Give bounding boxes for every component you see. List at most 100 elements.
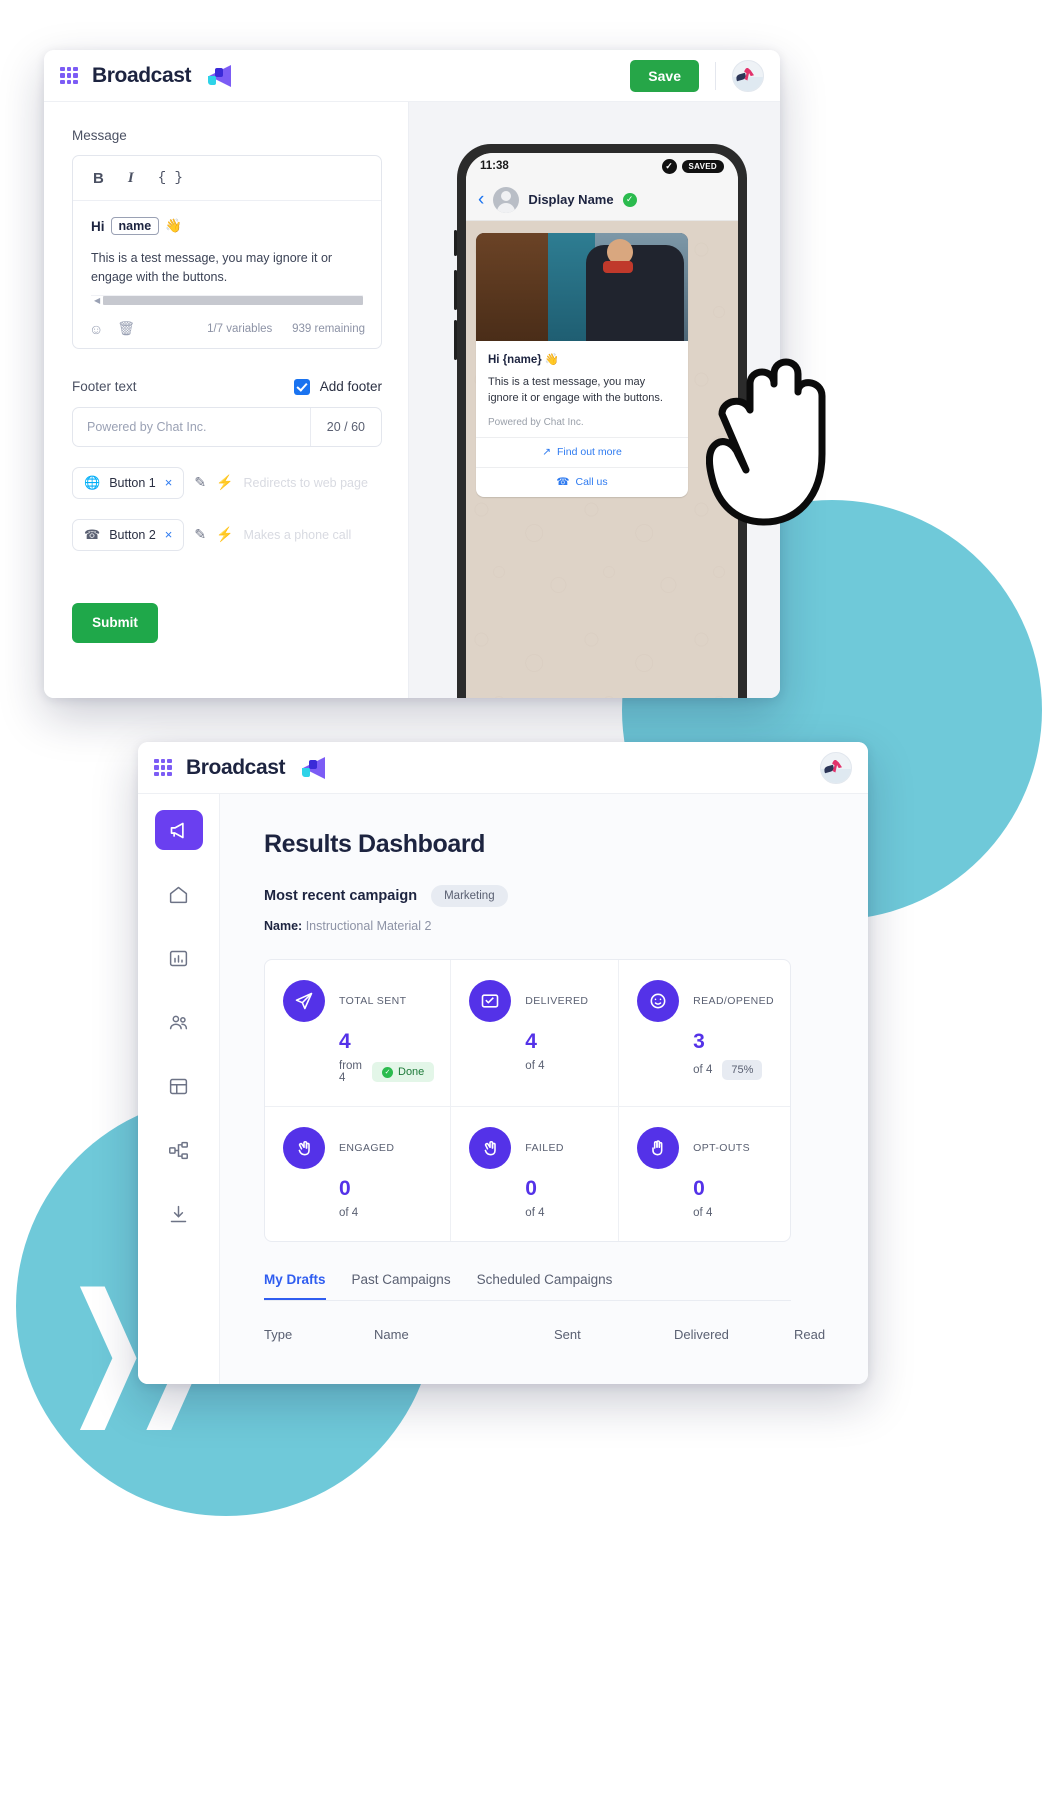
sidebar-nav <box>138 794 220 1384</box>
stat-card-value: 3 <box>693 1030 705 1053</box>
editor-footer-bar: ☺ 🗑 1/7 variables 939 remaining <box>73 310 381 348</box>
footer-text-input-wrapper[interactable]: Powered by Chat Inc. 20 / 60 <box>72 406 382 447</box>
submit-button[interactable]: Submit <box>72 602 158 643</box>
apps-grid-icon[interactable] <box>60 66 78 85</box>
stat-card-engaged: ENGAGED 0 of 4 <box>265 1107 452 1241</box>
remove-button-1-icon[interactable]: × <box>165 475 173 490</box>
stat-card-sub: of 4 <box>525 1060 545 1072</box>
globe-icon: 🌐 <box>84 474 101 490</box>
clap-hands-icon <box>283 1127 325 1169</box>
dashboard-body: Results Dashboard Most recent campaign M… <box>138 794 868 1384</box>
campaign-heading: Most recent campaign <box>264 888 418 904</box>
italic-button[interactable]: I <box>128 170 134 187</box>
sidebar-item-analytics[interactable] <box>155 938 203 978</box>
footer-text-label: Footer text <box>72 379 137 394</box>
sidebar-item-flows[interactable] <box>155 1130 203 1170</box>
lightning-bolt-icon[interactable]: ⚡ <box>216 474 233 491</box>
sidebar-item-download[interactable] <box>155 1194 203 1234</box>
sidebar-item-home[interactable] <box>155 874 203 914</box>
stat-card-title: TOTAL SENT <box>339 995 407 1007</box>
chat-header: ‹ Display Name ✓ <box>466 179 738 221</box>
titlebar-divider <box>715 61 716 90</box>
stat-card-title: FAILED <box>525 1142 564 1154</box>
pencil-icon[interactable]: ✎ <box>194 474 206 491</box>
editor-textarea[interactable]: Hi name 👋 This is a test message, you ma… <box>73 201 381 310</box>
chevron-left-icon[interactable]: ‹ <box>478 189 484 211</box>
remove-button-2-icon[interactable]: × <box>165 527 173 542</box>
dashboard-main: Results Dashboard Most recent campaign M… <box>220 794 868 1384</box>
phone-icon: ☎ <box>556 476 570 489</box>
bubble-action-call-us[interactable]: ☎ Call us <box>476 466 688 497</box>
stats-card-grid: TOTAL SENT 4 from 4 ✓ Done DELIVERED 4 o… <box>264 959 791 1242</box>
message-bubble: Hi {name} 👋 This is a test message, you … <box>476 233 688 497</box>
message-editor[interactable]: B I { } Hi name 👋 This is a test message… <box>72 155 382 349</box>
stat-card-value: 0 <box>693 1177 705 1200</box>
scrollbar-thumb[interactable] <box>103 296 363 305</box>
raised-hand-icon <box>637 1127 680 1169</box>
tab-my-drafts[interactable]: My Drafts <box>264 1272 326 1300</box>
sidebar-item-broadcast[interactable] <box>154 810 203 850</box>
cta-button-1[interactable]: 🌐 Button 1 × <box>72 466 185 499</box>
bubble-action-find-out-more[interactable]: ↗ Find out more <box>476 436 688 467</box>
cta-button-2[interactable]: ☎ Button 2 × <box>72 518 185 551</box>
lightning-bolt-icon[interactable]: ⚡ <box>216 526 233 543</box>
stat-card-read-opened: READ/OPENED 3 of 4 75% <box>619 960 790 1107</box>
message-greeting-line: Hi name 👋 <box>91 217 363 235</box>
bubble-action-1-label: Find out more <box>557 446 622 459</box>
wave-emoji-icon: 👋 <box>544 354 560 366</box>
sidebar-item-contacts[interactable] <box>155 1002 203 1042</box>
contact-avatar-icon <box>493 186 520 213</box>
characters-remaining-label: 939 remaining <box>292 322 365 335</box>
footer-text-row: Footer text Add footer <box>72 378 382 395</box>
emoji-smiley-icon[interactable]: ☺ <box>89 321 103 337</box>
scroll-left-arrow-icon[interactable]: ◀ <box>91 296 103 305</box>
sidebar-item-templates[interactable] <box>155 1066 203 1106</box>
composer-form: Message B I { } Hi name 👋 This is a test <box>44 102 408 698</box>
stat-card-total-sent: TOTAL SENT 4 from 4 ✓ Done <box>265 960 452 1107</box>
user-avatar[interactable] <box>820 751 852 784</box>
column-header-delivered: Delivered <box>674 1327 729 1342</box>
check-icon: ✓ <box>382 1066 393 1078</box>
display-name-label: Display Name <box>528 192 614 207</box>
tab-past-campaigns[interactable]: Past Campaigns <box>352 1272 451 1300</box>
stat-card-sub: from 4 <box>339 1060 362 1084</box>
phone-screen: 11:38 ✓ SAVED ‹ Display Name ✓ Hi {name}… <box>466 153 738 698</box>
phone-side-button <box>454 320 457 360</box>
campaign-heading-row: Most recent campaign Marketing <box>264 885 868 907</box>
app-brand-title: Broadcast <box>92 63 192 87</box>
results-dashboard-window: Broadcast Results Dashboard Most recent … <box>138 742 868 1384</box>
stat-card-title: ENGAGED <box>339 1142 395 1154</box>
bold-button[interactable]: B <box>93 170 104 187</box>
apps-grid-icon[interactable] <box>154 758 172 777</box>
greeting-text: Hi <box>91 218 105 234</box>
add-footer-checkbox[interactable] <box>293 378 310 395</box>
pencil-icon[interactable]: ✎ <box>194 526 206 543</box>
phone-volume-down-button <box>454 270 457 310</box>
column-header-sent: Sent <box>554 1327 581 1342</box>
editor-horizontal-scrollbar[interactable]: ◀ <box>91 294 363 306</box>
stat-card-value: 0 <box>525 1177 537 1200</box>
user-avatar[interactable] <box>732 59 764 92</box>
bubble-greeting-text: Hi {name} <box>488 354 542 366</box>
bubble-footer-text: Powered by Chat Inc. <box>488 416 584 428</box>
variable-chip-name[interactable]: name <box>110 217 160 235</box>
phone-volume-up-button <box>454 230 457 256</box>
variables-count-label: 1/7 variables <box>207 322 273 335</box>
verified-badge-icon: ✓ <box>622 192 637 207</box>
add-footer-label: Add footer <box>319 379 382 394</box>
tab-scheduled-campaigns[interactable]: Scheduled Campaigns <box>477 1272 613 1300</box>
insert-variable-button[interactable]: { } <box>158 170 183 186</box>
trash-icon[interactable]: 🗑 <box>117 320 135 337</box>
message-label: Message <box>72 128 127 143</box>
check-circle-icon: ✓ <box>661 158 677 174</box>
paper-plane-icon <box>283 980 325 1022</box>
phone-mockup: 11:38 ✓ SAVED ‹ Display Name ✓ Hi {name}… <box>454 144 747 698</box>
footer-text-input[interactable]: Powered by Chat Inc. <box>73 420 310 434</box>
status-badge-label: Done <box>398 1066 425 1078</box>
dashboard-titlebar: Broadcast <box>138 742 868 794</box>
campaign-table-header: Type Name Sent Delivered Read <box>264 1327 868 1342</box>
save-button[interactable]: Save <box>630 59 699 92</box>
wave-emoji-icon: 👋 <box>165 218 182 233</box>
status-time: 11:38 <box>480 160 509 172</box>
column-header-name: Name <box>374 1327 409 1342</box>
